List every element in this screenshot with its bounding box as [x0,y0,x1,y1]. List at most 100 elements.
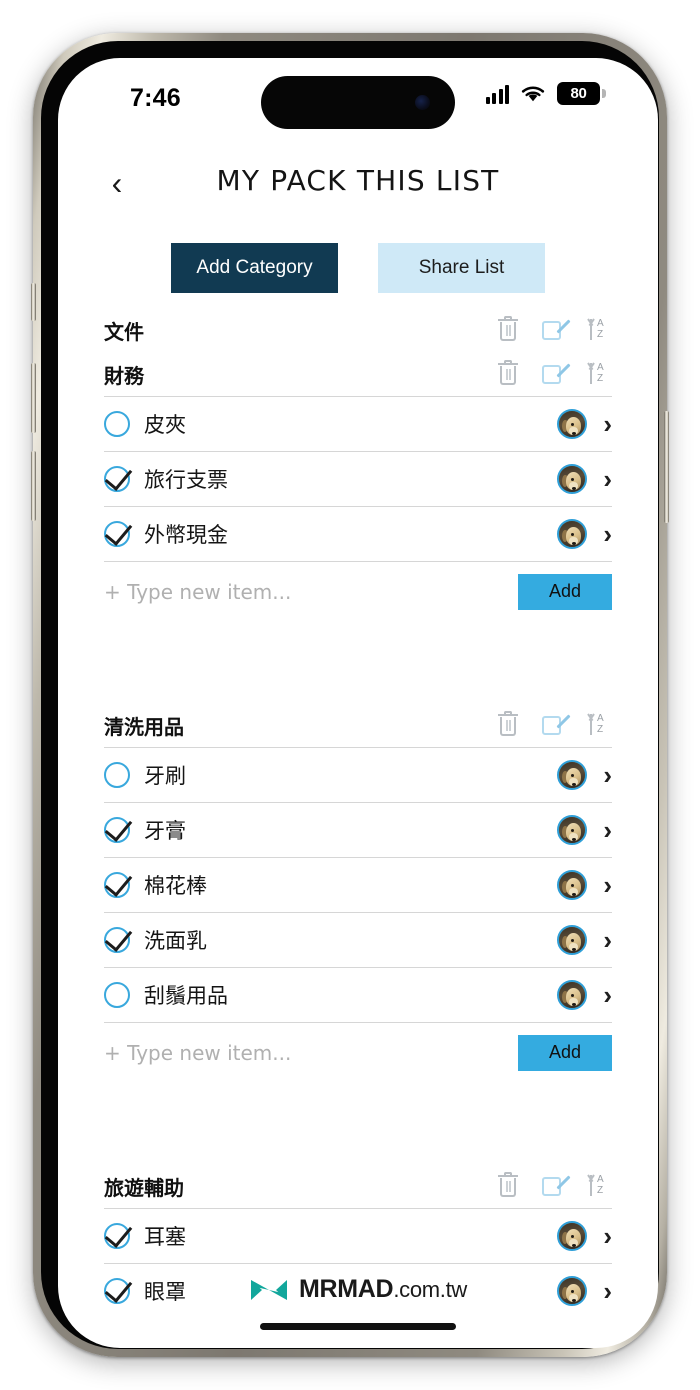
list-item[interactable]: 洗面乳 › [104,912,612,967]
avatar[interactable] [557,409,588,439]
sort-letter-a: A [597,362,604,373]
volume-down-button[interactable] [31,451,36,521]
trash-icon [498,359,518,386]
sort-letter-z: Z [597,724,604,735]
volume-up-button[interactable] [31,363,36,433]
trash-icon [498,315,518,342]
list-item[interactable]: 耳塞 › [104,1208,612,1263]
trash-icon [498,1171,518,1198]
list-item[interactable]: 牙刷 › [104,747,612,802]
checkbox-checked-icon[interactable] [104,872,130,898]
list-item[interactable]: 棉花棒 › [104,857,612,912]
avatar[interactable] [557,980,588,1010]
list-item[interactable]: 皮夾 › [104,396,612,451]
list-item-label: 刮鬚用品 [144,984,228,1008]
avatar[interactable] [557,464,588,494]
list-item-label: 耳塞 [144,1225,186,1249]
action-button-row: Add Category Share List [58,243,658,293]
edit-category-button[interactable] [542,1175,571,1197]
delete-category-button[interactable] [498,710,518,737]
status-bar: 7:46 80 [58,58,658,134]
checkbox-checked-icon[interactable] [104,466,130,492]
front-camera-icon [415,95,430,110]
category-title: 文件 [104,319,144,344]
edit-icon [542,363,571,385]
list-item[interactable]: 刮鬚用品 › [104,967,612,1022]
category-actions: AZ [498,1171,612,1198]
edit-icon [542,1175,571,1197]
sort-letter-a: A [597,713,604,724]
list-item-label: 牙刷 [144,764,186,788]
add-item-button[interactable]: Add [518,573,612,610]
trash-icon [498,710,518,737]
home-indicator[interactable] [260,1323,456,1330]
avatar[interactable] [557,519,588,549]
new-item-row: Add [104,561,612,621]
sort-category-button[interactable]: AZ [588,713,612,737]
avatar[interactable] [557,925,588,955]
chevron-right-icon[interactable]: › [603,762,612,788]
chevron-right-icon[interactable]: › [603,982,612,1008]
checkbox-checked-icon[interactable] [104,927,130,953]
watermark-text: MRMAD.com.tw [299,1275,467,1304]
sort-category-button[interactable]: AZ [588,318,612,342]
battery-icon: 80 [557,82,606,105]
list-item-label: 牙膏 [144,819,186,843]
delete-category-button[interactable] [498,1171,518,1198]
chevron-right-icon[interactable]: › [603,872,612,898]
checkbox-unchecked-icon[interactable] [104,982,130,1008]
sort-letter-a: A [597,318,604,329]
checkbox-checked-icon[interactable] [104,817,130,843]
checkbox-checked-icon[interactable] [104,521,130,547]
edit-category-button[interactable] [542,319,571,341]
watermark-tld: .com.tw [393,1277,467,1302]
share-list-button[interactable]: Share List [378,243,545,293]
mrmad-logo-icon [250,1279,287,1300]
new-item-input[interactable] [104,1040,518,1065]
new-item-row: Add [104,1022,612,1082]
delete-category-button[interactable] [498,315,518,342]
status-bar-time: 7:46 [130,84,181,112]
avatar[interactable] [557,760,588,790]
add-item-button[interactable]: Add [518,1034,612,1071]
checkbox-checked-icon[interactable] [104,1223,130,1249]
status-bar-indicators: 80 [485,82,606,105]
chevron-right-icon[interactable]: › [603,927,612,953]
list-item[interactable]: 牙膏 › [104,802,612,857]
sort-category-button[interactable]: AZ [588,362,612,386]
chevron-right-icon[interactable]: › [603,817,612,843]
edit-category-button[interactable] [542,363,571,385]
chevron-right-icon[interactable]: › [603,1223,612,1249]
list-item-label: 洗面乳 [144,929,207,953]
wifi-icon [521,86,545,101]
category-list: 文件AZ財務AZ皮夾›旅行支票›外幣現金›Add清洗用品AZ牙刷›牙膏›棉花棒›… [58,308,658,1318]
checkbox-unchecked-icon[interactable] [104,411,130,437]
category-header: 清洗用品 A Z [104,703,612,747]
edit-category-button[interactable] [542,714,571,736]
delete-category-button[interactable] [498,359,518,386]
chevron-right-icon[interactable]: › [603,521,612,547]
category-header: 財務 A Z [104,352,612,396]
avatar[interactable] [557,815,588,845]
category-header: 旅遊輔助 A Z [104,1164,612,1208]
app-header: ‹ MY PACK THIS LIST [58,154,658,214]
list-item[interactable]: 外幣現金 › [104,506,612,561]
add-category-button[interactable]: Add Category [171,243,338,293]
chevron-right-icon[interactable]: › [603,466,612,492]
action-button[interactable] [31,283,36,321]
list-item[interactable]: 旅行支票 › [104,451,612,506]
new-item-input[interactable] [104,579,518,604]
category-header: 文件 A Z [104,308,612,352]
category-title: 旅遊輔助 [104,1175,184,1200]
checkbox-unchecked-icon[interactable] [104,762,130,788]
sort-category-button[interactable]: AZ [588,1174,612,1198]
sort-az-icon: AZ [588,1174,612,1198]
chevron-right-icon[interactable]: › [603,411,612,437]
sort-letter-a: A [597,1174,604,1185]
list-item-label: 皮夾 [144,413,186,437]
avatar[interactable] [557,1221,588,1251]
power-button[interactable] [664,411,669,523]
avatar[interactable] [557,870,588,900]
list-item-label: 外幣現金 [144,523,228,547]
